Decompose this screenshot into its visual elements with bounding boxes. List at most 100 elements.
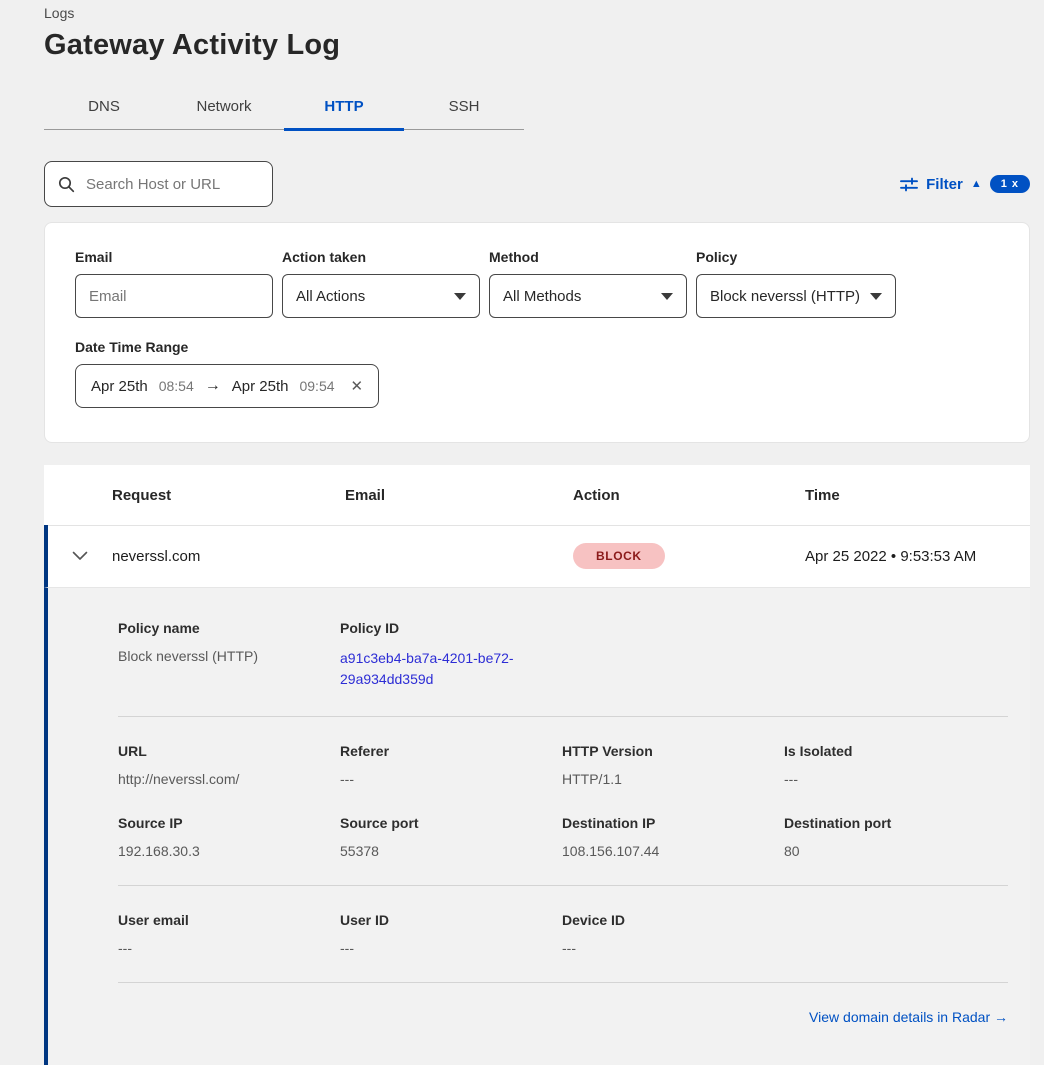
column-header-request: Request (112, 487, 345, 504)
row-details-panel: Policy name Block neverssl (HTTP) Policy… (44, 588, 1030, 1065)
network-section: Source IP 192.168.30.3 Source port 55378… (118, 815, 1008, 859)
section-divider (118, 716, 1008, 717)
user-section: User email --- User ID --- Device ID --- (118, 912, 1008, 956)
detail-value: 80 (784, 843, 988, 859)
end-date: Apr 25th (232, 378, 289, 395)
detail-value: --- (118, 940, 320, 956)
section-divider (118, 885, 1008, 886)
detail-policy-name: Policy name Block neverssl (HTTP) (118, 620, 340, 690)
detail-destination-port: Destination port 80 (784, 815, 1008, 859)
detail-device-id: Device ID --- (562, 912, 784, 956)
detail-label: Source port (340, 815, 542, 831)
detail-label: User email (118, 912, 320, 928)
page-title: Gateway Activity Log (44, 29, 1030, 62)
detail-label: Policy name (118, 620, 320, 636)
detail-referer: Referer --- (340, 743, 562, 787)
detail-user-id: User ID --- (340, 912, 562, 956)
page-content: Logs Gateway Activity Log DNS Network HT… (0, 0, 1044, 1065)
search-icon (58, 176, 75, 193)
detail-user-email: User email --- (118, 912, 340, 956)
date-range-picker[interactable]: Apr 25th 08:54 → Apr 25th 09:54 ✕ (75, 364, 379, 408)
filter-sliders-icon (900, 177, 918, 192)
row-request: neverssl.com (112, 548, 345, 565)
detail-label: Device ID (562, 912, 764, 928)
detail-value: 108.156.107.44 (562, 843, 764, 859)
policy-select[interactable]: Block neverssl (HTTP) (696, 274, 896, 318)
detail-value: 192.168.30.3 (118, 843, 320, 859)
row-time: Apr 25 2022 • 9:53:53 AM (805, 548, 1030, 565)
method-select[interactable]: All Methods (489, 274, 687, 318)
method-value: All Methods (503, 288, 581, 305)
email-filter-field: Email Email (75, 249, 273, 318)
filter-fields-row: Email Email Action taken All Actions Met… (75, 249, 999, 318)
clear-date-icon[interactable]: ✕ (351, 377, 364, 395)
detail-value: HTTP/1.1 (562, 771, 764, 787)
detail-source-ip: Source IP 192.168.30.3 (118, 815, 340, 859)
table-header: Request Email Action Time (44, 465, 1030, 525)
action-taken-value: All Actions (296, 288, 365, 305)
tab-http[interactable]: HTTP (284, 88, 404, 131)
row-expander[interactable] (48, 551, 112, 561)
section-divider (118, 982, 1008, 983)
start-time: 08:54 (159, 378, 194, 394)
detail-source-port: Source port 55378 (340, 815, 562, 859)
tab-dns[interactable]: DNS (44, 88, 164, 129)
detail-label: Policy ID (340, 620, 542, 636)
detail-value: --- (784, 771, 988, 787)
filter-panel: Email Email Action taken All Actions Met… (44, 222, 1030, 443)
chevron-down-icon (454, 293, 466, 300)
policy-value: Block neverssl (HTTP) (710, 288, 860, 305)
detail-value: --- (340, 771, 542, 787)
column-header-time: Time (805, 487, 1030, 504)
caret-up-icon: ▲ (971, 178, 982, 190)
detail-label: User ID (340, 912, 542, 928)
detail-value: 55378 (340, 843, 542, 859)
date-range-field: Date Time Range Apr 25th 08:54 → Apr 25t… (75, 339, 999, 408)
radar-link[interactable]: View domain details in Radar → (809, 1009, 1008, 1025)
email-filter-input[interactable]: Email (75, 274, 273, 318)
policy-field: Policy Block neverssl (HTTP) (696, 249, 896, 318)
table-row[interactable]: neverssl.com BLOCK Apr 25 2022 • 9:53:53… (44, 525, 1030, 588)
filter-count-badge[interactable]: 1 x (990, 175, 1030, 193)
detail-label: HTTP Version (562, 743, 764, 759)
detail-value: --- (340, 940, 542, 956)
radar-link-row: View domain details in Radar → (118, 1009, 1008, 1027)
action-taken-select[interactable]: All Actions (282, 274, 480, 318)
search-input[interactable]: Search Host or URL (44, 161, 273, 207)
action-taken-label: Action taken (282, 249, 480, 265)
column-header-action: Action (573, 487, 805, 504)
detail-http-version: HTTP Version HTTP/1.1 (562, 743, 784, 787)
method-label: Method (489, 249, 687, 265)
search-placeholder: Search Host or URL (86, 176, 220, 193)
detail-label: Source IP (118, 815, 320, 831)
tab-ssh[interactable]: SSH (404, 88, 524, 129)
request-section: URL http://neverssl.com/ Referer --- HTT… (118, 743, 1008, 787)
detail-destination-ip: Destination IP 108.156.107.44 (562, 815, 784, 859)
email-filter-label: Email (75, 249, 273, 265)
detail-is-isolated: Is Isolated --- (784, 743, 1008, 787)
policy-id-link[interactable]: a91c3eb4-ba7a-4201-be72-29a934dd359d (340, 648, 536, 690)
detail-spacer (784, 912, 1008, 956)
chevron-down-icon (661, 293, 673, 300)
filter-toggle[interactable]: Filter ▲ 1 x (900, 175, 1030, 193)
detail-value: http://neverssl.com/ (118, 771, 320, 787)
column-header-email: Email (345, 487, 573, 504)
policy-label: Policy (696, 249, 896, 265)
status-badge: BLOCK (573, 543, 665, 569)
detail-label: Is Isolated (784, 743, 988, 759)
activity-log-table: Request Email Action Time neverssl.com B… (44, 465, 1030, 1065)
email-filter-placeholder: Email (89, 288, 127, 305)
tab-network[interactable]: Network (164, 88, 284, 129)
detail-policy-id: Policy ID a91c3eb4-ba7a-4201-be72-29a934… (340, 620, 562, 690)
detail-label: Destination port (784, 815, 988, 831)
chevron-down-icon (72, 551, 88, 561)
start-date: Apr 25th (91, 378, 148, 395)
detail-label: URL (118, 743, 320, 759)
tab-bar: DNS Network HTTP SSH (44, 88, 524, 130)
policy-section: Policy name Block neverssl (HTTP) Policy… (118, 620, 1008, 690)
detail-url: URL http://neverssl.com/ (118, 743, 340, 787)
breadcrumb[interactable]: Logs (44, 0, 1030, 21)
detail-spacer (784, 620, 1008, 690)
action-taken-field: Action taken All Actions (282, 249, 480, 318)
arrow-right-icon: → (205, 377, 221, 395)
